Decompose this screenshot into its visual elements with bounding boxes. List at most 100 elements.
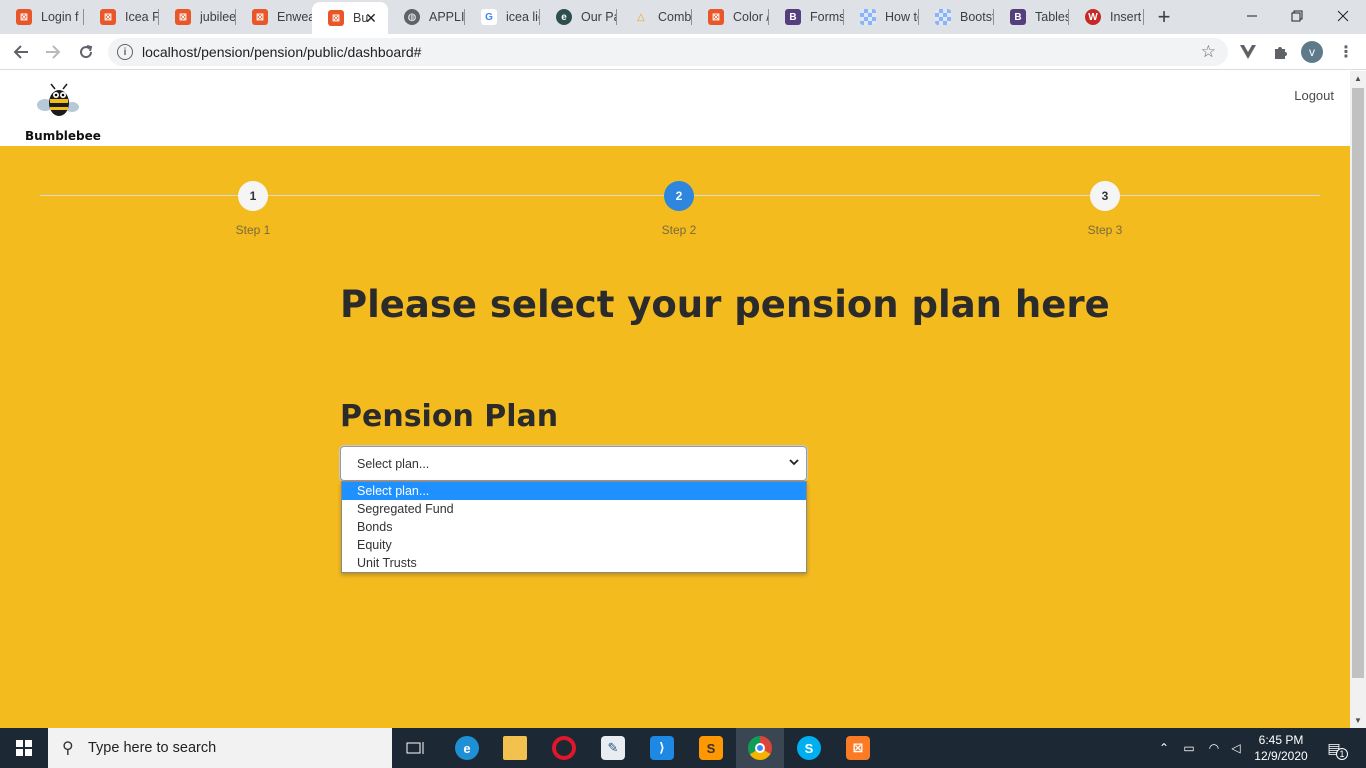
chrome-icon	[748, 736, 772, 760]
site-info-icon[interactable]: i	[117, 44, 133, 60]
edge-button[interactable]: e	[443, 728, 491, 768]
extensions-puzzle-icon[interactable]	[1270, 42, 1290, 62]
xampp-icon: ⊠	[328, 10, 344, 26]
bookmark-star-icon[interactable]: ☆	[1201, 42, 1216, 62]
step-circle: 2	[664, 181, 694, 211]
step-label: Step 3	[1087, 223, 1123, 237]
notepad-button[interactable]: ✎	[589, 728, 637, 768]
pension-plan-label: Pension Plan	[340, 399, 559, 434]
notification-center-icon[interactable]: ▤ 1	[1322, 736, 1348, 760]
wifi-icon[interactable]: ◠	[1203, 728, 1225, 768]
tab-jubilee[interactable]: ⊠ jubilee	[159, 0, 236, 34]
minimize-button[interactable]	[1229, 0, 1275, 32]
page-title: Please select your pension plan here	[340, 283, 1110, 326]
logout-link[interactable]: Logout	[1294, 88, 1334, 103]
xampp-icon: ⊠	[252, 9, 268, 25]
leaf-icon: e	[556, 9, 572, 25]
search-icon: ⚲	[62, 740, 74, 757]
combi-icon: △	[637, 11, 645, 23]
restore-button[interactable]	[1274, 0, 1320, 32]
brand-name[interactable]: Bumblebee	[25, 129, 101, 143]
xampp-icon: ⊠	[708, 9, 724, 25]
option-segregated-fund[interactable]: Segregated Fund	[342, 500, 806, 518]
opera-icon	[552, 736, 576, 760]
close-tab-icon[interactable]: ✕	[362, 9, 380, 27]
url-text[interactable]: localhost/pension/pension/public/dashboa…	[142, 44, 421, 60]
edge-icon: e	[455, 736, 479, 760]
address-bar[interactable]: i localhost/pension/pension/public/dashb…	[108, 38, 1228, 66]
scroll-up-icon[interactable]: ▲	[1354, 74, 1362, 83]
close-icon	[1337, 10, 1349, 22]
sublime-button[interactable]: S	[687, 728, 735, 768]
notepad-icon: ✎	[601, 736, 625, 760]
file-explorer-button[interactable]	[491, 728, 539, 768]
browser-toolbar: i localhost/pension/pension/public/dashb…	[0, 34, 1366, 70]
page-scrollbar[interactable]: ▲ ▼	[1350, 71, 1366, 728]
page-viewport: Bumblebee Logout 1 Step 1 2 Step 2 3 Ste…	[0, 71, 1350, 728]
option-select-plan[interactable]: Select plan...	[342, 482, 806, 500]
system-clock[interactable]: 6:45 PM 12/9/2020	[1244, 732, 1318, 764]
vue-devtools-icon[interactable]	[1238, 42, 1258, 62]
tab-bootstrap[interactable]: Bootst	[919, 0, 994, 34]
tab-enwealth[interactable]: ⊠ Enweal	[236, 0, 312, 34]
windows-logo-icon	[16, 740, 32, 756]
chrome-button[interactable]	[736, 728, 784, 768]
task-view-button[interactable]	[392, 728, 440, 768]
select-value: Select plan...	[357, 457, 430, 471]
step-1[interactable]: 1 Step 1	[213, 181, 293, 237]
tab-login[interactable]: ⊠ Login f	[0, 0, 84, 34]
tab-color[interactable]: ⊠ Color /	[692, 0, 769, 34]
taskbar-search[interactable]: ⚲ Type here to search	[48, 728, 392, 768]
step-2[interactable]: 2 Step 2	[639, 181, 719, 237]
xampp-button[interactable]: ⊠	[834, 728, 882, 768]
folder-icon	[503, 736, 527, 760]
option-bonds[interactable]: Bonds	[342, 518, 806, 536]
tab-applic[interactable]: ◍ APPLIC	[388, 0, 465, 34]
notification-count: 1	[1336, 748, 1348, 760]
chrome-menu-icon[interactable]: ⋮	[1336, 42, 1356, 62]
tab-insert[interactable]: W Insert	[1069, 0, 1144, 34]
reload-button[interactable]	[74, 40, 98, 64]
forward-arrow-icon	[46, 45, 61, 59]
tab-icea-lic[interactable]: G icea lic	[465, 0, 540, 34]
step-3[interactable]: 3 Step 3	[1065, 181, 1145, 237]
site-header: Bumblebee Logout	[0, 71, 1350, 146]
xampp-icon: ⊠	[846, 736, 870, 760]
tab-combi[interactable]: △ Combi	[617, 0, 692, 34]
tab-icea-forms[interactable]: ⊠ Icea Fo	[84, 0, 159, 34]
vscode-icon: ⟩	[650, 736, 674, 760]
search-placeholder: Type here to search	[88, 740, 217, 756]
tab-forms[interactable]: B Forms	[769, 0, 844, 34]
skype-button[interactable]: S	[785, 728, 833, 768]
tab-tables[interactable]: B Tables	[994, 0, 1069, 34]
tab-how-to[interactable]: How to	[844, 0, 919, 34]
pension-plan-options: Select plan... Segregated Fund Bonds Equ…	[341, 481, 807, 573]
minimize-icon	[1247, 15, 1257, 17]
back-button[interactable]	[9, 40, 33, 64]
forward-button[interactable]	[41, 40, 65, 64]
scroll-down-icon[interactable]: ▼	[1354, 716, 1362, 725]
volume-icon[interactable]: ◁	[1226, 728, 1246, 768]
bootstrap-icon: B	[785, 9, 801, 25]
battery-icon[interactable]: ▭	[1178, 728, 1200, 768]
opera-button[interactable]	[540, 728, 588, 768]
scrollbar-thumb[interactable]	[1352, 88, 1364, 678]
option-equity[interactable]: Equity	[342, 536, 806, 554]
chevron-down-icon	[789, 459, 799, 466]
pension-plan-select[interactable]: Select plan...	[340, 446, 807, 481]
back-arrow-icon	[13, 45, 28, 59]
checker-icon	[860, 9, 876, 25]
clock-time: 6:45 PM	[1258, 733, 1304, 747]
tab-our-pa[interactable]: e Our Pa	[540, 0, 617, 34]
vscode-button[interactable]: ⟩	[638, 728, 686, 768]
xampp-icon: ⊠	[175, 9, 191, 25]
w3-icon: W	[1085, 9, 1101, 25]
option-unit-trusts[interactable]: Unit Trusts	[342, 554, 806, 572]
close-window-button[interactable]	[1320, 0, 1366, 32]
show-hidden-icons-icon[interactable]: ⌃	[1154, 728, 1174, 768]
profile-avatar[interactable]: v	[1301, 41, 1323, 63]
start-button[interactable]	[0, 728, 48, 768]
windows-taskbar: ⚲ Type here to search e ✎ ⟩ S S ⊠ ⌃ ▭ ◠ …	[0, 728, 1366, 768]
tab-bumblebee-active[interactable]: ⊠ Bu ✕	[312, 2, 388, 34]
new-tab-button[interactable]: +	[1153, 6, 1175, 28]
